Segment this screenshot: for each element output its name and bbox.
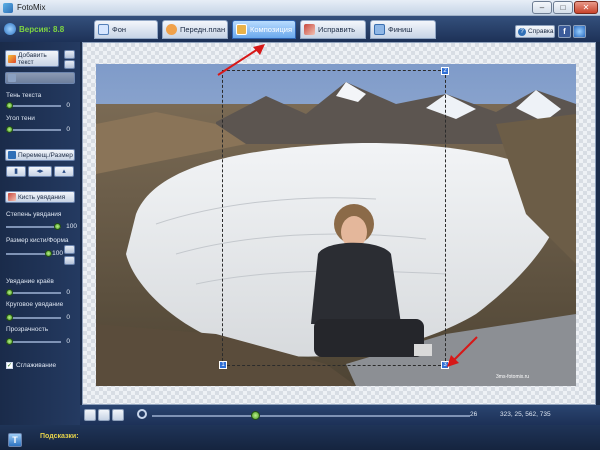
slider-knob[interactable] xyxy=(6,289,13,296)
move-icon xyxy=(8,151,16,159)
tab-label: Фон xyxy=(112,25,127,34)
zoom-slider-knob[interactable] xyxy=(250,411,260,420)
tab-fix[interactable]: Исправить xyxy=(300,20,366,39)
add-text-button[interactable]: Добавить текст xyxy=(5,50,59,67)
slider-knob[interactable] xyxy=(6,126,13,133)
smoothing-checkbox[interactable]: ✓ xyxy=(6,362,13,369)
brush-icon xyxy=(8,193,16,201)
close-button[interactable]: ✕ xyxy=(574,1,598,14)
left-tool-panel: Добавить текст Тень текста 0 Угол тени 0… xyxy=(0,42,80,425)
fit-to-window-button[interactable] xyxy=(84,409,96,421)
tab-foreground[interactable]: Передн.план xyxy=(162,20,228,39)
hints-label: Подсказки: xyxy=(40,433,79,440)
window-title: FotoMix xyxy=(17,3,46,12)
window-titlebar: FotoMix – □ ✕ xyxy=(0,0,600,16)
slider-knob[interactable] xyxy=(6,314,13,321)
resize-handle-bottom-left[interactable]: 1 xyxy=(219,361,227,369)
slider-knob[interactable] xyxy=(6,102,13,109)
canvas-area[interactable]: 3ms-fotomix.ru 2 1 3 xyxy=(82,42,596,405)
tab-label: Финиш xyxy=(388,25,413,34)
resize-handle-top-right[interactable]: 2 xyxy=(441,67,449,75)
fade-degree-slider[interactable] xyxy=(6,223,61,230)
tool-icon xyxy=(8,74,16,82)
smoothing-label: Сглаживание xyxy=(16,362,57,369)
tab-label: Передн.план xyxy=(180,25,226,34)
text-shadow-label: Тень текста xyxy=(6,92,42,99)
align-left-button[interactable]: ▮ xyxy=(6,166,26,177)
flip-horizontal-button[interactable]: ◂▸ xyxy=(28,166,52,177)
tab-label: Исправить xyxy=(318,25,356,34)
top-toolbar: Версия: 8.8 Фон Передн.план Композиция И… xyxy=(0,16,600,42)
shadow-angle-label: Угол тени xyxy=(6,115,35,122)
slider-knob[interactable] xyxy=(6,338,13,345)
globe-icon[interactable] xyxy=(573,25,586,38)
tab-background[interactable]: Фон xyxy=(94,20,158,39)
transparency-slider[interactable] xyxy=(6,338,61,345)
circular-fade-value: 0 xyxy=(66,314,70,321)
add-text-label: Добавить текст xyxy=(18,51,47,66)
finish-icon xyxy=(374,24,385,35)
composition-icon xyxy=(236,24,247,35)
status-bar: T Подсказки: xyxy=(0,425,600,450)
fade-degree-value: 100 xyxy=(66,223,77,230)
minimize-button[interactable]: – xyxy=(532,1,552,14)
watermark: 3ms-fotomix.ru xyxy=(496,374,529,380)
circular-fade-slider[interactable] xyxy=(6,314,61,321)
fade-degree-label: Степень увядания xyxy=(6,211,62,218)
zoom-bar: 26 323, 25, 562, 735 xyxy=(80,405,600,425)
tab-composition[interactable]: Композиция xyxy=(232,20,296,39)
app-icon xyxy=(3,3,13,13)
red-arrow-icon xyxy=(447,336,478,367)
facebook-icon[interactable]: f xyxy=(558,25,571,38)
tab-label: Композиция xyxy=(250,25,293,34)
edge-fade-label: Увядание краёв xyxy=(6,278,54,285)
selection-rectangle[interactable]: 2 1 3 xyxy=(219,67,449,369)
foreground-icon xyxy=(166,24,177,35)
actual-size-button[interactable] xyxy=(98,409,110,421)
shadow-angle-value: 0 xyxy=(66,126,70,133)
brush-size-label: Размер кисти/Форма xyxy=(6,237,69,244)
text-option-up-button[interactable] xyxy=(64,50,75,59)
grid-toggle-button[interactable] xyxy=(112,409,124,421)
red-arrow-icon xyxy=(217,44,265,76)
help-button[interactable]: ? Справка xyxy=(515,25,555,38)
coordinates-readout: 323, 25, 562, 735 xyxy=(500,411,551,418)
brush-shape-square-button[interactable] xyxy=(64,256,75,265)
text-option-down-button[interactable] xyxy=(64,60,75,69)
slider-knob[interactable] xyxy=(54,223,61,230)
text-shadow-value: 0 xyxy=(66,102,70,109)
fade-brush-button[interactable]: Кисть увядания xyxy=(5,191,75,203)
version-label: Версия: 8.8 xyxy=(19,24,65,34)
transparency-label: Прозрачность xyxy=(6,326,49,333)
zoom-slider[interactable] xyxy=(152,415,470,417)
question-icon: ? xyxy=(518,27,526,36)
circular-fade-label: Круговое увядание xyxy=(6,301,64,308)
zoom-value: 26 xyxy=(470,411,478,418)
brush-size-value: 100 xyxy=(52,250,63,257)
text-shadow-slider[interactable] xyxy=(6,102,61,109)
move-resize-button[interactable]: Перемещ./Размер xyxy=(5,149,75,161)
shadow-angle-slider[interactable] xyxy=(6,126,61,133)
edge-fade-value: 0 xyxy=(66,289,70,296)
text-tool-icon[interactable]: T xyxy=(8,433,22,447)
brush-shape-round-button[interactable] xyxy=(64,245,75,254)
smoothing-option[interactable]: ✓ Сглаживание xyxy=(6,362,56,369)
fix-brush-icon xyxy=(304,24,315,35)
help-label: Справка xyxy=(528,28,554,35)
maximize-button[interactable]: □ xyxy=(553,1,573,14)
version-info: Версия: 8.8 xyxy=(4,22,64,36)
move-resize-label: Перемещ./Размер xyxy=(18,151,73,159)
text-icon xyxy=(8,54,16,63)
transparency-value: 0 xyxy=(66,338,70,345)
brush-size-slider[interactable] xyxy=(6,250,52,257)
background-icon xyxy=(98,24,109,35)
version-icon xyxy=(4,23,16,35)
fade-brush-label: Кисть увядания xyxy=(18,193,66,201)
flip-vertical-button[interactable]: ▴ xyxy=(54,166,74,177)
zoom-icon xyxy=(137,409,147,419)
text-tool-disabled-button[interactable] xyxy=(5,72,75,84)
tab-finish[interactable]: Финиш xyxy=(370,20,436,39)
edge-fade-slider[interactable] xyxy=(6,289,61,296)
